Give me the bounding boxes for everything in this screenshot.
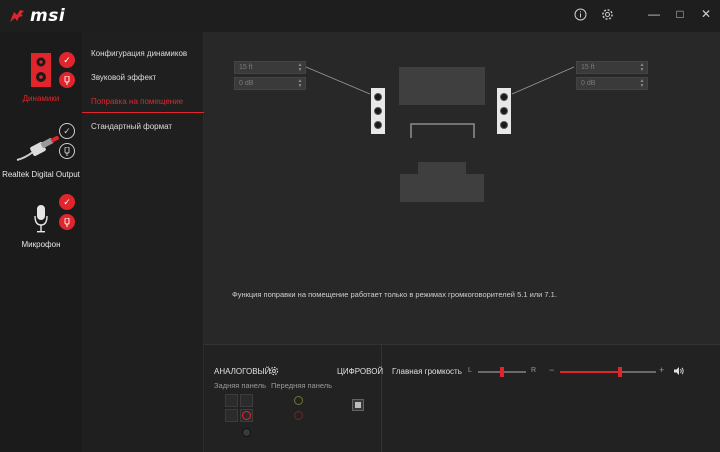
- menu-item-speaker-config[interactable]: Конфигурация динамиков: [91, 49, 187, 58]
- brand-name: msi: [30, 6, 66, 26]
- volume-speaker-icon[interactable]: [673, 366, 685, 376]
- front-jack-mic[interactable]: [292, 409, 305, 422]
- room-layout-diagram: [305, 66, 575, 202]
- master-volume-label: Главная громкость: [392, 367, 462, 376]
- balance-left-label: L: [468, 367, 472, 374]
- device-label: Динамики: [22, 94, 60, 103]
- menu-item-room-correction[interactable]: Поправка на помещение: [91, 97, 183, 106]
- front-jack-headphone[interactable]: [292, 394, 305, 407]
- minimize-button[interactable]: —: [643, 4, 665, 24]
- title-bar: msi — □ ✕: [0, 0, 720, 32]
- device-jack-badge[interactable]: [59, 72, 75, 88]
- device-jack-badge[interactable]: [59, 214, 75, 230]
- master-volume-slider[interactable]: [560, 367, 656, 377]
- tv-screen: [399, 67, 485, 105]
- sofa: [400, 162, 484, 202]
- device-check-badge[interactable]: ✓: [59, 194, 75, 210]
- menu-item-default-format[interactable]: Стандартный формат: [91, 122, 172, 131]
- device-check-badge[interactable]: ✓: [59, 123, 75, 139]
- right-speaker[interactable]: [497, 88, 511, 134]
- right-speaker-connector: [511, 66, 575, 95]
- balance-slider-thumb[interactable]: [500, 367, 504, 377]
- maximize-button[interactable]: □: [669, 4, 691, 24]
- device-check-badge[interactable]: ✓: [59, 52, 75, 68]
- digital-title: ЦИФРОВОЙ: [337, 367, 384, 376]
- info-button[interactable]: [569, 4, 591, 24]
- volume-plus[interactable]: +: [659, 365, 664, 375]
- msi-logo: msi: [8, 6, 65, 26]
- balance-right-label: R: [531, 367, 537, 374]
- settings-button[interactable]: [596, 4, 618, 24]
- digital-port-icon[interactable]: [352, 399, 364, 411]
- connector-panel: АНАЛОГОВЫЙ ЦИФРОВОЙ Задняя панель Передн…: [204, 345, 384, 452]
- left-speaker-connector: [305, 66, 371, 95]
- device-panel: Динамики ✓ Realtek Digital Output ✓ Микр…: [0, 32, 82, 452]
- rear-jack[interactable]: [225, 394, 238, 407]
- volume-fill: [560, 371, 620, 373]
- rear-jack-black[interactable]: [240, 426, 253, 439]
- gear-icon: [601, 8, 613, 20]
- rear-panel-label: Задняя панель: [214, 381, 267, 390]
- gear-icon[interactable]: [269, 366, 279, 376]
- left-speaker[interactable]: [371, 88, 385, 134]
- volume-minus[interactable]: −: [549, 365, 554, 375]
- rear-jack[interactable]: [225, 409, 238, 422]
- balance-slider[interactable]: [478, 367, 526, 377]
- info-icon: [574, 8, 586, 20]
- settings-menu: Конфигурация динамиков Звуковой эффект П…: [82, 32, 204, 452]
- device-jack-badge[interactable]: [59, 143, 75, 159]
- jack-icon: [64, 75, 70, 85]
- close-button[interactable]: ✕: [695, 4, 717, 24]
- center-stand: [410, 123, 475, 138]
- analog-title: АНАЛОГОВЫЙ: [214, 367, 271, 376]
- dragon-icon: [10, 10, 24, 22]
- room-correction-note: Функция поправки на помещение работает т…: [232, 290, 557, 299]
- device-label: Микрофон: [21, 240, 61, 249]
- microphone-icon: [34, 205, 48, 233]
- rear-jack-active[interactable]: [240, 409, 253, 422]
- speaker-icon: [31, 53, 51, 87]
- room-correction-panel: 15 ft ▲ ▼ 0 dB ▲ ▼ 15 ft ▲ ▼ 0 dB ▲ ▼ Функци…: [204, 32, 720, 344]
- front-panel-label: Передняя панель: [271, 381, 333, 390]
- rear-jack[interactable]: [240, 394, 253, 407]
- menu-item-sound-effect[interactable]: Звуковой эффект: [91, 73, 156, 82]
- active-menu-underline: [82, 112, 204, 113]
- device-label: Realtek Digital Output: [2, 170, 80, 179]
- volume-slider-thumb[interactable]: [617, 367, 622, 377]
- jack-icon: [64, 217, 70, 227]
- bottom-strip: АНАЛОГОВЫЙ ЦИФРОВОЙ Задняя панель Передн…: [204, 344, 720, 452]
- jack-icon: [64, 146, 70, 156]
